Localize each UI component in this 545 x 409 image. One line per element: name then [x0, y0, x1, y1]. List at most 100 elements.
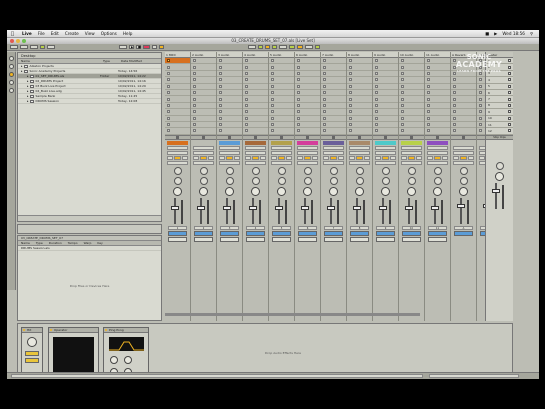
track-activator[interactable]: 3: [220, 225, 239, 230]
pan-knob[interactable]: [199, 186, 208, 196]
fader-cap[interactable]: [171, 205, 179, 210]
clip-launch-icon[interactable]: [167, 91, 170, 95]
arm-button[interactable]: [168, 236, 187, 242]
scene-launch-icon[interactable]: [508, 78, 511, 82]
clip-stop-button[interactable]: [217, 134, 242, 140]
send-a-knob[interactable]: [225, 166, 234, 175]
clip-col-name[interactable]: Name: [21, 241, 30, 245]
clip-launch-icon[interactable]: [479, 91, 482, 95]
clip-launch-icon[interactable]: [167, 110, 170, 114]
clip-launch-icon[interactable]: [323, 116, 326, 120]
monitor-off[interactable]: [441, 155, 448, 160]
clip-launch-icon[interactable]: [245, 91, 248, 95]
clip-stop-button[interactable]: [165, 134, 190, 140]
menu-create[interactable]: Create: [65, 31, 79, 36]
clip-launch-icon[interactable]: [245, 123, 248, 127]
monitor-in[interactable]: [375, 155, 382, 160]
pan-knob[interactable]: [225, 186, 234, 196]
input-type-chooser[interactable]: [297, 145, 318, 150]
clip-col-type[interactable]: Type: [36, 241, 43, 245]
clip-launch-icon[interactable]: [271, 84, 274, 88]
clip-launch-icon[interactable]: [349, 78, 352, 82]
quantize-menu[interactable]: [47, 45, 55, 49]
clip-launch-icon[interactable]: [401, 71, 404, 75]
solo-button[interactable]: [428, 230, 447, 236]
track-activator[interactable]: 6: [298, 225, 317, 230]
volume-fader[interactable]: [195, 197, 212, 224]
clip-launch-icon[interactable]: [323, 91, 326, 95]
clip-launch-icon[interactable]: [427, 110, 430, 114]
clip-launch-icon[interactable]: [349, 97, 352, 101]
solo-button[interactable]: [246, 230, 265, 236]
clip-launch-icon[interactable]: [167, 65, 170, 69]
clip-stop-button[interactable]: [347, 134, 372, 140]
input-type-chooser[interactable]: [323, 145, 344, 150]
stop-button[interactable]: ■: [136, 45, 141, 49]
volume-fader[interactable]: [403, 197, 420, 224]
monitor-switch[interactable]: [219, 155, 240, 160]
pan-knob[interactable]: [381, 186, 390, 196]
clip-launch-icon[interactable]: [297, 116, 300, 120]
clip-launch-icon[interactable]: [479, 110, 482, 114]
browser-device-icon[interactable]: [9, 56, 14, 61]
clip-launch-icon[interactable]: [401, 129, 404, 133]
pan-knob[interactable]: [407, 186, 416, 196]
clip-launch-icon[interactable]: [271, 103, 274, 107]
send-b-knob[interactable]: [173, 176, 182, 185]
disclosure-icon[interactable]: ▸: [27, 79, 29, 83]
clip-launch-icon[interactable]: [167, 116, 170, 120]
monitor-auto[interactable]: [304, 155, 311, 160]
send-a-knob[interactable]: [251, 166, 260, 175]
monitor-switch[interactable]: [167, 155, 188, 160]
fader-cap[interactable]: [223, 205, 231, 210]
menu-view[interactable]: View: [85, 31, 95, 36]
monitor-auto[interactable]: [382, 155, 389, 160]
track-activator[interactable]: 7: [324, 225, 343, 230]
pan-knob[interactable]: [459, 186, 468, 196]
arm-button[interactable]: [194, 236, 213, 242]
clip-launch-icon[interactable]: [375, 65, 378, 69]
clip-launch-icon[interactable]: [349, 84, 352, 88]
clip-launch-icon[interactable]: [323, 84, 326, 88]
monitor-auto[interactable]: [356, 155, 363, 160]
record-button[interactable]: [143, 45, 150, 49]
clip-launch-icon[interactable]: [349, 59, 352, 63]
clip-launch-icon[interactable]: [401, 116, 404, 120]
fader-cap[interactable]: [492, 188, 500, 193]
fader-cap[interactable]: [457, 203, 465, 208]
metronome-button[interactable]: [40, 45, 45, 49]
clip-launch-icon[interactable]: [323, 78, 326, 82]
monitor-off[interactable]: [415, 155, 422, 160]
send-b-knob[interactable]: [355, 176, 364, 185]
input-channel-chooser[interactable]: [375, 150, 396, 155]
input-type-chooser[interactable]: [349, 145, 370, 150]
monitor-switch[interactable]: [453, 155, 474, 160]
scene-launch-icon[interactable]: [508, 103, 511, 107]
clip-launch-icon[interactable]: [297, 103, 300, 107]
monitor-in[interactable]: [297, 155, 304, 160]
clip-launch-icon[interactable]: [219, 97, 222, 101]
send-a-knob[interactable]: [277, 166, 286, 175]
arm-button[interactable]: [298, 236, 317, 242]
input-type-chooser[interactable]: [167, 145, 188, 150]
input-channel-chooser[interactable]: [167, 150, 188, 155]
clip-launch-icon[interactable]: [271, 116, 274, 120]
input-channel-chooser[interactable]: [349, 150, 370, 155]
input-type-chooser[interactable]: [427, 145, 448, 150]
arm-button[interactable]: [428, 236, 447, 242]
clip-launch-icon[interactable]: [401, 65, 404, 69]
clip-launch-icon[interactable]: [271, 110, 274, 114]
device-title[interactable]: Operator: [49, 328, 98, 333]
loop-length-field[interactable]: [279, 45, 287, 49]
key-map-button[interactable]: [289, 45, 295, 49]
disclosure-icon[interactable]: ▸: [27, 99, 29, 103]
clip-launch-icon[interactable]: [219, 59, 222, 63]
clip-launch-icon[interactable]: [219, 103, 222, 107]
menu-options[interactable]: Options: [101, 31, 117, 36]
clip-launch-icon[interactable]: [271, 123, 274, 127]
solo-button[interactable]: [376, 230, 395, 236]
device-knob[interactable]: [27, 337, 37, 347]
clip-launch-icon[interactable]: [349, 116, 352, 120]
clip-launch-icon[interactable]: [193, 84, 196, 88]
clip-launch-icon[interactable]: [401, 123, 404, 127]
